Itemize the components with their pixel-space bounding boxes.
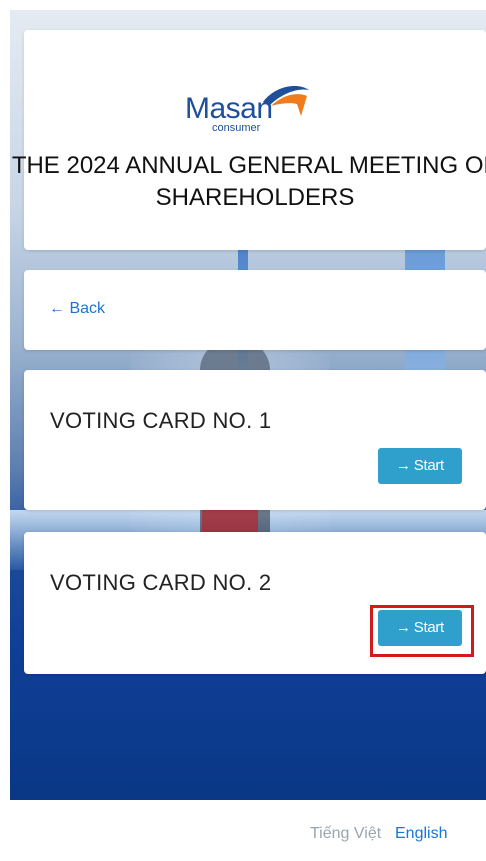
header-card [24, 30, 486, 250]
language-english[interactable]: English [395, 825, 447, 843]
highlight-box [370, 605, 474, 657]
start-button[interactable]: → Start [378, 448, 462, 484]
logo-swoosh-icon [263, 86, 309, 116]
arrow-right-icon: → [396, 457, 411, 474]
masan-logo: Masan consumer [185, 80, 325, 140]
voting-card-title: VOTING CARD NO. 1 [50, 408, 272, 433]
meeting-title: THE 2024 ANNUAL GENERAL MEETING OF SHARE… [11, 152, 486, 211]
start-button-label: Start [413, 457, 444, 474]
logo-subtext: consumer [212, 122, 261, 134]
language-vietnamese[interactable]: Tiếng Việt [310, 825, 381, 843]
logo-text: Masan [185, 92, 273, 125]
voting-card-title: VOTING CARD NO. 2 [50, 570, 272, 595]
page-margin [0, 0, 10, 861]
back-link[interactable]: ← Back [49, 300, 105, 318]
footer: Tiếng Việt English [10, 800, 486, 861]
voting-card-1: VOTING CARD NO. 1 → Start [24, 370, 486, 510]
back-card: ← Back [24, 270, 486, 350]
